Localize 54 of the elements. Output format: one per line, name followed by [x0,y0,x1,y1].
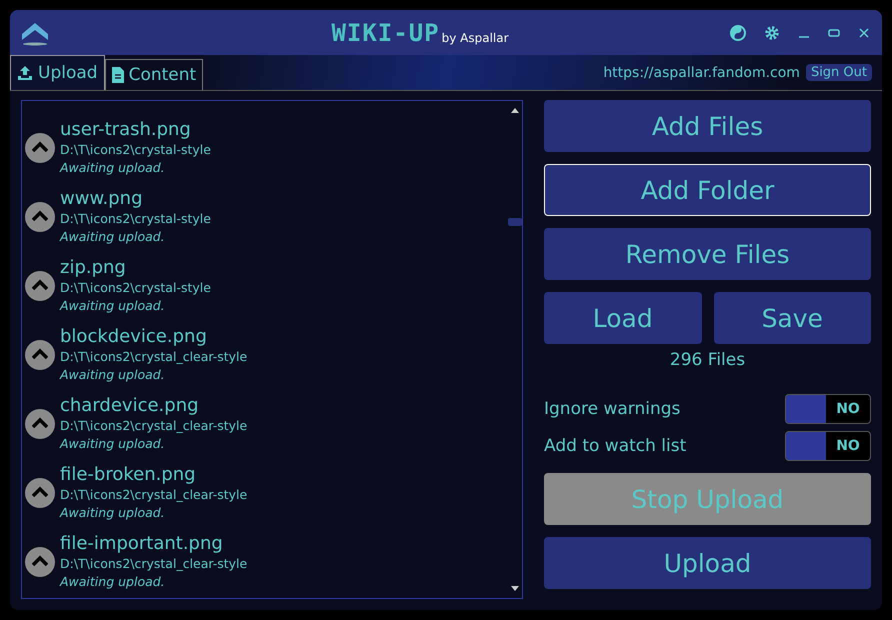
move-up-icon[interactable] [25,202,55,232]
file-count: 296 Files [668,350,746,370]
file-name: www.png [60,188,144,210]
theme-icon[interactable] [730,24,746,40]
toggle-switch[interactable]: NO [785,394,871,424]
file-path: D:\T\icons2\crystal-style [60,210,211,228]
file-path: D:\T\icons2\crystal_clear-style [60,555,248,573]
window-title: WIKI-UP [331,18,440,46]
site-url: https://aspallar.fandom.com [603,64,800,80]
action-button[interactable]: Add Files [544,100,871,152]
file-name: user-trash.png [60,119,192,141]
move-up-icon[interactable] [25,546,55,576]
file-status: Awaiting upload. [60,297,166,314]
file-status: Awaiting upload. [60,504,166,521]
scrollbar-thumb[interactable] [508,218,522,226]
action-button[interactable]: Add Folder [544,164,871,216]
file-path: D:\T\icons2\crystal_clear-style [60,486,248,504]
sign-out-button[interactable]: Sign Out [806,64,872,81]
action-button[interactable]: Save [714,292,871,344]
move-up-icon[interactable] [25,340,55,370]
option-label: Ignore warnings [544,399,680,419]
toggle-switch[interactable]: NO [785,431,871,461]
move-up-icon[interactable] [25,478,55,508]
move-up-icon[interactable] [25,132,55,162]
tab[interactable]: Upload [10,55,105,90]
move-up-icon[interactable] [25,270,55,300]
file-status: Awaiting upload. [60,228,166,245]
file-status: Awaiting upload. [60,435,166,452]
file-name: chardevice.png [60,395,200,417]
file-name: zip.png [60,257,127,279]
window-subtitle: by Aspallar [442,30,509,44]
close-icon[interactable] [858,26,870,38]
file-status: Awaiting upload. [60,159,166,176]
file-path: D:\T\icons2\crystal-style [60,141,211,159]
file-name: file-important.png [60,533,224,555]
maximize-icon[interactable] [828,26,840,38]
file-name: blockdevice.png [60,326,208,348]
document-icon [112,67,124,83]
file-path: D:\T\icons2\crystal_clear-style [60,348,248,366]
scroll-down-icon[interactable] [511,586,519,592]
file-path: D:\T\icons2\crystal-style [60,279,211,297]
upload-icon [17,65,33,81]
option-label: Add to watch list [544,436,686,456]
upload-button[interactable]: Upload [544,537,871,589]
tab[interactable]: Content [104,59,204,90]
scroll-up-icon[interactable] [511,107,519,113]
move-up-icon[interactable] [25,408,55,438]
action-button[interactable]: Remove Files [544,228,871,280]
file-path: D:\T\icons2\crystal_clear-style [60,417,248,435]
file-status: Awaiting upload. [60,366,166,383]
file-name: file-broken.png [60,464,197,486]
settings-icon[interactable] [764,24,780,40]
file-status: Awaiting upload. [60,573,166,590]
action-button[interactable]: Load [544,292,702,344]
